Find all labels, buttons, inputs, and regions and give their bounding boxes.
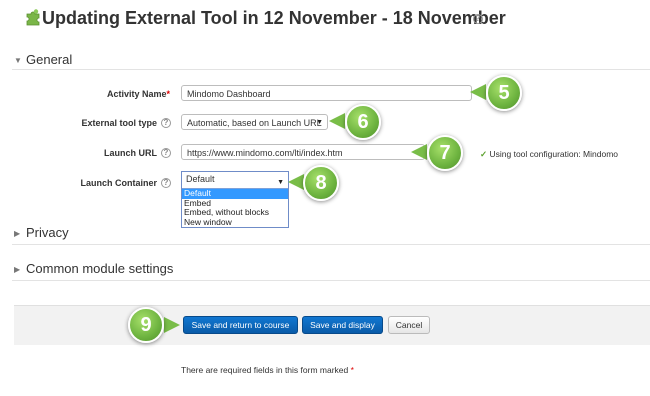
callout-arrow [164, 317, 180, 333]
section-common-label: Common module settings [26, 261, 174, 276]
divider [12, 69, 650, 70]
section-general-label: General [26, 52, 73, 67]
callout-arrow [288, 174, 304, 190]
tool-config-note: ✓ Using tool configuration: Mindomo [480, 149, 618, 160]
save-return-button[interactable]: Save and return to course [183, 316, 298, 334]
callout-badge-9: 9 [128, 307, 164, 343]
tool-type-select[interactable]: Automatic, based on Launch URL ▼ [181, 114, 328, 130]
tool-type-value: Automatic, based on Launch URL [187, 118, 322, 128]
help-icon[interactable]: ? [473, 14, 483, 24]
launch-url-input[interactable]: https://www.mindomo.com/lti/index.htm [181, 144, 425, 160]
launch-container-label: Launch Container [80, 178, 157, 188]
section-general[interactable]: ▼ General [14, 52, 72, 69]
section-privacy[interactable]: ▶ Privacy [14, 225, 69, 242]
required-mark: * [166, 89, 170, 99]
launch-url-label: Launch URL [104, 148, 157, 158]
check-icon: ✓ [480, 149, 488, 159]
dropdown-arrow-icon: ▼ [277, 179, 284, 186]
save-display-button[interactable]: Save and display [302, 316, 383, 334]
callout-badge-8: 8 [303, 165, 339, 201]
help-icon[interactable]: ? [161, 178, 171, 188]
expand-triangle-icon: ▶ [14, 264, 21, 274]
divider [12, 280, 650, 281]
dropdown-arrow-icon: ▼ [316, 119, 323, 126]
activity-name-label: Activity Name* [106, 89, 170, 99]
activity-name-input[interactable]: Mindomo Dashboard [181, 85, 472, 101]
callout-badge-6: 6 [345, 104, 381, 140]
expand-triangle-icon: ▶ [14, 228, 21, 238]
help-icon[interactable]: ? [161, 118, 171, 128]
callout-arrow [470, 84, 486, 100]
launch-container-select[interactable]: Default ▼ Default Embed Embed, without b… [181, 171, 289, 228]
collapse-triangle-icon: ▼ [14, 55, 22, 65]
launch-container-current[interactable]: Default ▼ [182, 172, 288, 189]
callout-badge-7: 7 [427, 135, 463, 171]
tool-type-label: External tool type [81, 118, 157, 128]
puzzle-icon [26, 9, 40, 26]
divider [12, 244, 650, 245]
tool-config-text: Using tool configuration: Mindomo [489, 149, 619, 159]
required-fields-note: There are required fields in this form m… [181, 365, 354, 375]
required-mark: * [350, 365, 354, 375]
callout-arrow [411, 144, 427, 160]
callout-arrow [329, 113, 345, 129]
help-icon[interactable]: ? [161, 148, 171, 158]
section-common[interactable]: ▶ Common module settings [14, 261, 173, 278]
page-title: Updating External Tool in 12 November - … [42, 8, 506, 28]
required-fields-text: There are required fields in this form m… [181, 365, 349, 375]
option-new-window[interactable]: New window [182, 217, 288, 228]
launch-container-value: Default [186, 174, 215, 184]
section-privacy-label: Privacy [26, 225, 69, 240]
cancel-button[interactable]: Cancel [388, 316, 430, 334]
callout-badge-5: 5 [486, 75, 522, 111]
